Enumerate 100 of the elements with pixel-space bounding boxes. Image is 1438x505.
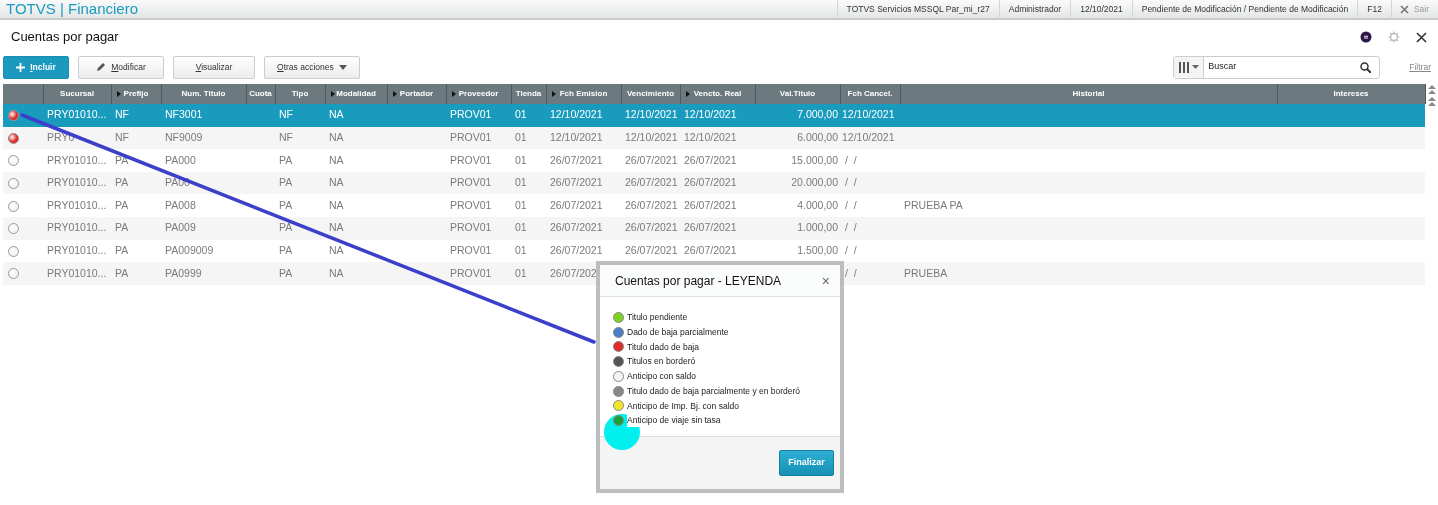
column-header[interactable]: Proveedor (446, 84, 511, 104)
table-cell: PA009009 (165, 244, 214, 256)
column-header[interactable]: Intereses (1277, 84, 1425, 104)
table-cell: PROV01 (450, 198, 492, 211)
table-cell: PA (279, 153, 293, 166)
table-cell: 01 (515, 108, 527, 121)
sort-arrow-icon[interactable] (685, 91, 690, 97)
table-cell: 26/07/2021 (684, 221, 737, 234)
table-cell: NA (329, 108, 344, 121)
table-cell-text: / / (843, 198, 857, 211)
table-cell: NA (329, 244, 344, 256)
sort-arrow-icon[interactable] (392, 91, 397, 97)
table-cell: PA (279, 244, 293, 256)
column-header[interactable]: Vencto. Real (680, 84, 755, 104)
table-cell: 26/07/2021 (684, 244, 737, 256)
search-box[interactable]: Buscar (1173, 55, 1381, 79)
table-cell: 26/07/2021 (550, 244, 603, 256)
plus-icon (16, 62, 26, 72)
column-header[interactable]: Tienda (511, 84, 546, 104)
finish-button[interactable]: Finalizar (779, 450, 834, 476)
caret-icon (1191, 65, 1199, 69)
table-cell: PROV01 (450, 244, 492, 256)
table-cell: NF (115, 108, 129, 121)
table-cell: 01 (515, 198, 527, 211)
column-header[interactable]: Fch Emision (546, 84, 621, 104)
scroll-up-icon[interactable] (1427, 97, 1436, 106)
table-cell: 26/07/2021 (684, 176, 737, 189)
table-cell: PROV01 (450, 131, 492, 143)
table-cell: 01 (515, 153, 527, 166)
status-item: Administrador (998, 0, 1071, 19)
column-header[interactable]: Tipo (275, 84, 325, 104)
shortcut-key[interactable]: F12 (1357, 0, 1391, 19)
status-item: Pendiente de Modificación / Pendiente de Modificación (1131, 0, 1358, 19)
table-cell: 15.000,00 (791, 153, 838, 166)
action-button[interactable]: Visualizar (173, 55, 255, 79)
table-cell: PRY01010... (47, 266, 107, 279)
table-cell: 26/07/2021 (550, 221, 603, 234)
table-cell: NA (329, 153, 344, 166)
table-cell: 26/07/2021 (625, 176, 678, 189)
table-cell: 01 (515, 266, 527, 279)
columns-button[interactable] (1174, 56, 1205, 78)
table-cell: NA (329, 266, 344, 279)
search-icon[interactable] (1360, 61, 1372, 73)
table-cell: 01 (515, 221, 527, 234)
legend-label: Anticipo con saldo (627, 370, 696, 383)
sort-arrow-icon[interactable] (330, 91, 335, 97)
table-cell: PROV01 (450, 266, 492, 279)
legend-label: Anticipo de Imp. Bj. con saldo (627, 399, 739, 413)
table-cell: 1.000,00 (797, 221, 838, 234)
table-cell: PA (115, 221, 129, 234)
table-cell: 26/07/2021 (625, 198, 678, 211)
table-cell: 26/07/2021 (684, 153, 737, 166)
column-header[interactable]: Prefijo (111, 84, 161, 104)
exit-button[interactable]: Sair (1390, 0, 1438, 19)
table-cell: 12/10/2021 (842, 108, 895, 121)
table-cell: 01 (515, 244, 527, 256)
table-cell: PRY01010... (47, 108, 107, 121)
table-cell: NF3001 (165, 108, 203, 121)
table-cell: 26/07/2021 (550, 153, 603, 166)
close-button[interactable]: × (821, 273, 830, 288)
table-cell-text: / / (843, 221, 857, 234)
table-cell: NF (115, 131, 129, 143)
table-cell: PA (115, 198, 129, 211)
table-cell: 12/10/2021 (684, 131, 737, 143)
legend-label: Titulo dado de baja parcialmente y en borderó (627, 384, 801, 398)
table-cell: 12/10/2021 (550, 131, 603, 143)
action-button[interactable]: Otras acciones (264, 55, 360, 79)
table-cell: 26/07/202 (550, 266, 597, 279)
menu-icon[interactable] (1360, 31, 1372, 43)
column-header[interactable]: Cuota (246, 84, 275, 104)
scroll-top-icon[interactable] (1427, 85, 1436, 94)
table-cell-text: / / (843, 244, 857, 256)
table-cell: PROV01 (450, 221, 492, 234)
column-header[interactable]: Modalidad (325, 84, 387, 104)
column-header[interactable]: Vencimiento (621, 84, 680, 104)
column-header[interactable]: Historial (900, 84, 1277, 104)
table-cell: 26/07/2021 (550, 176, 603, 189)
sort-arrow-icon[interactable] (451, 91, 456, 97)
table-cell: NF (279, 108, 293, 121)
sort-arrow-icon[interactable] (551, 91, 556, 97)
column-header[interactable]: Portador (387, 84, 446, 104)
table-cell: 20.000,00 (791, 176, 838, 189)
table-cell: PRY01010... (47, 198, 107, 211)
column-header[interactable]: Fch Cancel. (840, 84, 900, 104)
table-cell: PRY01010... (47, 244, 107, 256)
column-header[interactable]: Val.Titulo (755, 84, 840, 104)
table-cell: PA000 (165, 153, 196, 166)
sort-arrow-icon[interactable] (116, 91, 121, 97)
column-header[interactable]: Sucursal (43, 84, 111, 104)
action-button[interactable]: Modificar (78, 55, 164, 79)
column-header[interactable]: Num. Titulo (161, 84, 246, 104)
close-icon[interactable] (1416, 31, 1427, 43)
table-cell: PRUEBA PA (904, 198, 963, 211)
filter-link[interactable]: Filtrar (1389, 60, 1435, 74)
table-cell: 6.000,00 (797, 131, 838, 143)
action-button[interactable]: Incluir (3, 55, 69, 79)
table-cell: PA (115, 176, 129, 189)
table-cell: PRY01010... (47, 221, 107, 234)
status-item: TOTVS Servicios MSSQL Par_mi_r27 (836, 0, 999, 19)
table-cell: 01 (515, 131, 527, 143)
